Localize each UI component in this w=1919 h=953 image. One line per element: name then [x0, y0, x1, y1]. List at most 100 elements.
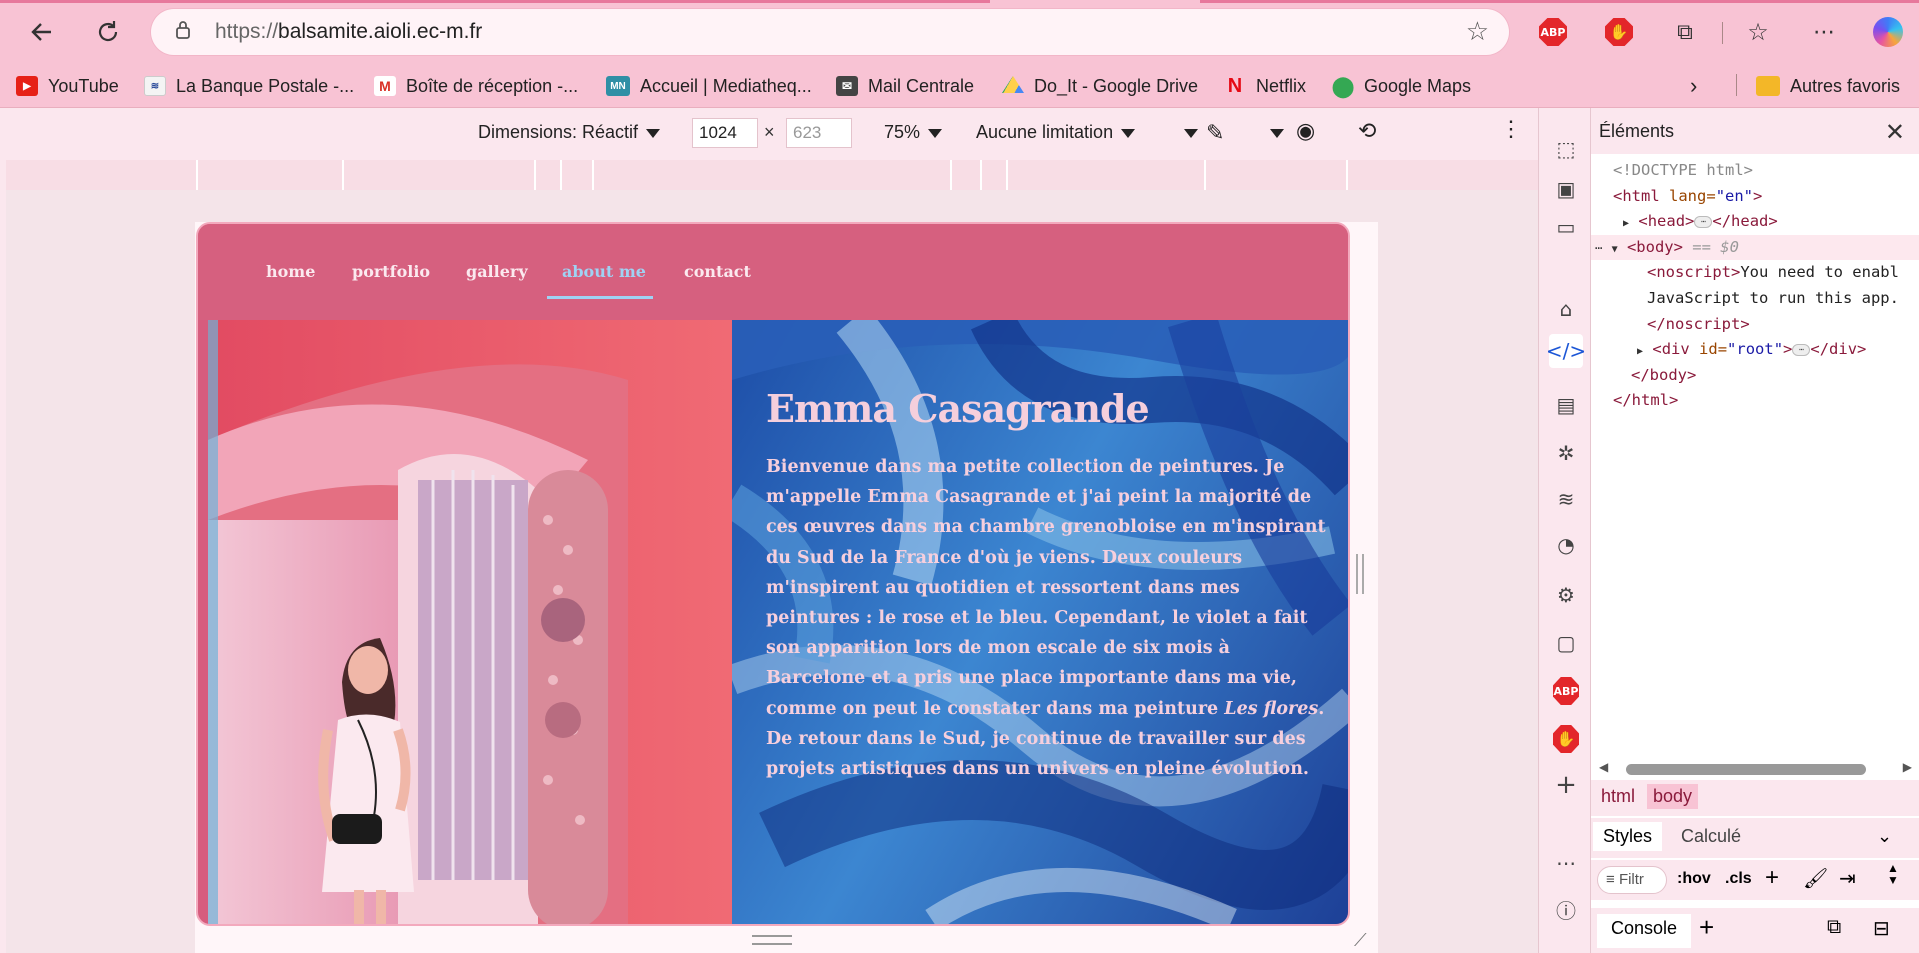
nav-link-home[interactable]: home — [266, 262, 315, 281]
abp-devtools-icon[interactable]: ABP — [1553, 677, 1579, 705]
dimension-separator: × — [764, 122, 775, 142]
help-icon[interactable]: ⓘ — [1553, 896, 1579, 923]
breadcrumb-body[interactable]: body — [1647, 784, 1699, 809]
bookmark-mediatheque[interactable]: MN Accueil | Mediatheq... — [606, 72, 812, 100]
collapse-triangle-icon[interactable]: ▼ — [1612, 244, 1618, 255]
scroll-left-icon[interactable]: ◀ — [1599, 760, 1608, 774]
dock-icon[interactable]: ▭ — [1553, 214, 1579, 240]
nav-link-contact[interactable]: contact — [684, 262, 751, 281]
console-icon[interactable]: ▤ — [1553, 392, 1579, 418]
ellipsis-icon[interactable]: ⋯ — [1792, 343, 1811, 356]
dom-node-html[interactable]: <html lang="en"> — [1591, 184, 1919, 210]
favorite-star-icon[interactable]: ☆ — [1466, 17, 1489, 47]
eyedropper-icon[interactable]: ✎ — [1206, 120, 1224, 146]
new-rule-plus-icon[interactable]: + — [1765, 864, 1779, 892]
tab-computed[interactable]: Calculé — [1681, 826, 1741, 847]
drawer-collapse-icon[interactable]: ⊟ — [1873, 916, 1890, 941]
more-tools-icon[interactable]: ⋯ — [1553, 850, 1579, 876]
horizontal-scrollbar[interactable]: ◀ ▶ — [1591, 758, 1919, 780]
bookmarks-bar: ▶ YouTube ≋ La Banque Postale -... M Boîte … — [0, 64, 1919, 108]
copilot-icon[interactable] — [1872, 16, 1904, 48]
add-drawer-tab-plus-icon[interactable]: + — [1699, 912, 1714, 943]
application-window-icon[interactable]: ▢ — [1553, 630, 1579, 656]
hover-state-toggle[interactable]: :hov — [1677, 870, 1711, 888]
dom-node-div-root[interactable]: ▶ <div id="root"> ⋯ </div> — [1591, 337, 1919, 363]
stop-hand-extension-icon[interactable]: ✋ — [1603, 16, 1635, 48]
more-menu-icon[interactable]: ⋯ — [1808, 16, 1840, 48]
scrollbar-thumb[interactable] — [1626, 764, 1866, 775]
close-icon[interactable]: ✕ — [1885, 118, 1905, 146]
inspect-element-icon[interactable]: ⬚ — [1553, 136, 1579, 162]
chevron-down-icon[interactable]: ⌄ — [1877, 826, 1892, 847]
filter-input[interactable]: ≡ Filtr — [1597, 866, 1667, 894]
paint-brush-icon[interactable]: 🖌 — [1803, 866, 1828, 891]
resize-handle-right[interactable] — [1356, 554, 1364, 594]
dom-node-body-selected[interactable]: ⋯ ▼ <body> == $0 — [1591, 234, 1919, 261]
bookmark-mail-centrale[interactable]: ✉ Mail Centrale — [836, 72, 974, 100]
media-query-ruler[interactable] — [6, 160, 1538, 190]
debugger-bug-icon[interactable]: ✲ — [1553, 440, 1579, 466]
dock-drawer-icon[interactable]: ⧉ — [1827, 916, 1841, 939]
lock-icon[interactable] — [175, 20, 197, 45]
panel-title: Éléments — [1599, 120, 1675, 141]
artist-bio: Bienvenue dans ma petite collection de p… — [766, 457, 1326, 780]
dom-tree[interactable]: <!DOCTYPE html> <html lang="en"> ▶ <head… — [1591, 158, 1919, 858]
bookmark-youtube[interactable]: ▶ YouTube — [16, 72, 119, 100]
nav-link-portfolio[interactable]: portfolio — [352, 262, 430, 281]
ellipsis-icon[interactable]: ⋯ — [1694, 215, 1713, 228]
resize-handle-bottom[interactable] — [752, 935, 792, 945]
expand-triangle-icon[interactable]: ▶ — [1623, 218, 1629, 229]
extensions-puzzle-icon[interactable]: ⧉ — [1669, 16, 1701, 48]
dom-node-head[interactable]: ▶ <head> ⋯ </head> — [1591, 209, 1919, 235]
dimensions-dropdown[interactable]: Dimensions: Réactif — [478, 122, 661, 143]
add-tool-plus-icon[interactable]: + — [1553, 770, 1579, 800]
refresh-icon[interactable] — [88, 12, 128, 52]
breadcrumb-html[interactable]: html — [1601, 786, 1635, 807]
url-text[interactable]: https://balsamite.aioli.ec-m.fr — [215, 20, 482, 44]
sidebar-toggle-icon[interactable]: ⇥ — [1839, 866, 1856, 891]
performance-gauge-icon[interactable]: ◔ — [1553, 532, 1579, 558]
back-arrow-icon[interactable] — [22, 12, 62, 52]
device-emulation-icon[interactable]: ▣ — [1553, 176, 1579, 202]
more-options-icon[interactable]: ⋮ — [1500, 116, 1522, 142]
favorites-icon[interactable]: ☆ — [1742, 16, 1774, 48]
caret-down-icon[interactable] — [1262, 122, 1284, 143]
address-bar[interactable]: https://balsamite.aioli.ec-m.fr ☆ — [151, 9, 1509, 55]
bookmark-google-maps[interactable]: ⬤ Google Maps — [1332, 72, 1471, 100]
bookmark-banque-postale[interactable]: ≋ La Banque Postale -... — [144, 72, 354, 100]
nav-link-about-me[interactable]: about me — [562, 262, 646, 281]
scroll-arrows-icon[interactable]: ▲ ▼ — [1887, 862, 1899, 886]
width-input[interactable]: 1024 — [692, 118, 758, 148]
google-maps-icon: ⬤ — [1331, 75, 1355, 98]
network-wifi-icon[interactable]: ≋ — [1553, 486, 1579, 512]
artist-name-heading: Emma Casagrande — [766, 386, 1150, 431]
rotate-device-icon[interactable]: ⟲ — [1358, 118, 1376, 144]
caret-down-icon[interactable] — [1176, 122, 1198, 143]
dom-node-doctype[interactable]: <!DOCTYPE html> — [1591, 158, 1919, 184]
bookmark-other-favorites[interactable]: Autres favoris — [1756, 72, 1900, 100]
vision-deficiency-eye-icon[interactable]: ◉ — [1296, 118, 1315, 144]
memory-chip-icon[interactable]: ⚙ — [1553, 582, 1579, 608]
dom-node-noscript[interactable]: <noscript>You need to enabl — [1591, 260, 1919, 286]
nav-link-gallery[interactable]: gallery — [466, 262, 528, 281]
tab-console[interactable]: Console — [1597, 914, 1692, 948]
height-input[interactable]: 623 — [786, 118, 852, 148]
class-toggle[interactable]: .cls — [1725, 870, 1752, 888]
scroll-right-icon[interactable]: ▶ — [1903, 760, 1912, 774]
active-nav-underline — [547, 296, 653, 299]
resize-corner-icon[interactable]: ⟋ — [1354, 930, 1367, 951]
throttling-dropdown[interactable]: Aucune limitation — [976, 122, 1136, 143]
welcome-home-icon[interactable]: ⌂ — [1553, 296, 1579, 322]
bookmark-netflix[interactable]: N Netflix — [1224, 72, 1306, 100]
bookmark-gmail[interactable]: M Boîte de réception -... — [374, 72, 578, 100]
elements-code-icon[interactable]: </> — [1546, 334, 1586, 368]
expand-triangle-icon[interactable]: ▶ — [1637, 346, 1643, 357]
chevron-right-icon[interactable]: › — [1690, 72, 1697, 100]
tab-styles[interactable]: Styles — [1593, 822, 1663, 851]
zoom-dropdown[interactable]: 75% — [884, 122, 943, 143]
tab-accent — [1200, 0, 1919, 3]
console-drawer-bar: Console + ⧉ ⊟ — [1591, 908, 1919, 953]
abp-extension-icon[interactable]: ABP — [1537, 16, 1569, 48]
stop-hand-devtools-icon[interactable]: ✋ — [1553, 725, 1579, 753]
bookmark-google-drive[interactable]: Do_It - Google Drive — [1002, 72, 1198, 100]
